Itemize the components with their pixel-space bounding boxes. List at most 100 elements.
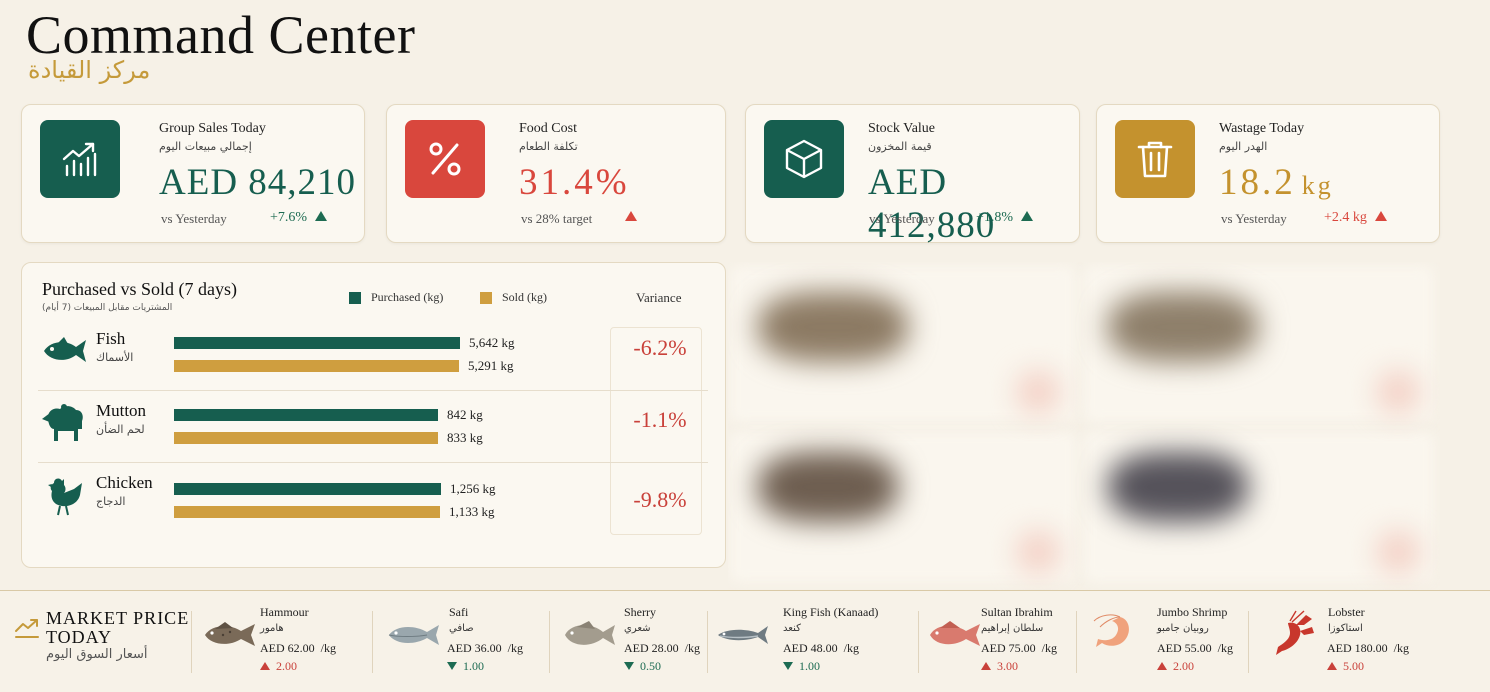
item-name-arabic: كنعد [783,623,801,634]
variance-value: -6.2% [633,335,687,360]
item-name: King Fish (Kanaad) [783,605,879,619]
kpi-card-stock-value[interactable]: Stock Value قيمة المخزون AED 412,880 vs … [745,104,1080,246]
item-change: 5.00 [1327,659,1364,674]
item-price: AED 180.00 /kg [1327,641,1410,655]
blurred-image [1108,452,1248,522]
kpi-value: AED 412,880 [868,162,996,246]
market-item-lobster[interactable]: Lobster استاكوزا AED 180.00 /kg 5.00 [1266,605,1426,677]
kpi-label: Group Sales Today [159,121,266,136]
kpi-delta: +1.8% [976,210,1034,226]
item-change: 1.00 [447,659,484,674]
market-item-jumbo-shrimp[interactable]: Jumbo Shrimp روبيان جامبو AED 55.00 /kg … [1090,605,1246,677]
trend-up-icon [1374,211,1387,221]
kpi-card-food-cost[interactable]: Food Cost تكلفة الطعام 31.4% vs 28% targ… [386,104,726,243]
variance-value: -9.8% [633,487,687,512]
market-item-sherry[interactable]: Sherry شعري AED 28.00 /kg 0.50 [563,605,703,677]
market-item-king-fish[interactable]: King Fish (Kanaad) كنعد AED 48.00 /kg 1.… [716,605,916,677]
trend-down-icon [447,662,457,670]
item-price: AED 48.00 /kg [783,641,860,655]
box-icon [764,120,844,198]
market-item-sultan-ibrahim[interactable]: Sultan Ibrahim سلطان إبراهيم AED 75.00 /… [928,605,1074,677]
purchased-vs-sold-panel: Purchased vs Sold (7 days) المشتريات مقا… [21,262,726,568]
sheep-icon [40,401,88,445]
kpi-delta [617,210,637,226]
kpi-label-arabic: الهدر اليوم [1219,140,1268,153]
kpi-label-arabic: قيمة المخزون [868,140,932,153]
legend-swatch [480,291,492,304]
shrimp-icon [1093,614,1129,647]
market-title-arabic: أسعار السوق اليوم [46,647,148,662]
divider [191,611,192,673]
kpi-label: Food Cost [519,121,577,136]
market-item-safi[interactable]: Safi صافي AED 36.00 /kg 1.00 [387,605,547,677]
market-price-strip: MARKET PRICE TODAY أسعار السوق اليوم Ham… [0,590,1490,692]
kpi-value: AED 84,210 [159,162,357,203]
kpi-card-wastage[interactable]: Wastage Today الهدر اليوم 18.2 kg vs Yest… [1096,104,1440,243]
market-title: MARKET PRICE TODAY [46,608,190,647]
purchased-value: 1,256 kg [450,481,496,496]
kpi-compare: vs Yesterday [1221,211,1287,226]
kpi-label-arabic: تكلفة الطعام [519,140,578,153]
panel-title: Purchased vs Sold (7 days) [42,279,237,299]
trash-icon [1115,120,1195,198]
legend-purchased: Purchased (kg) [349,290,443,305]
kpi-card-group-sales[interactable]: Group Sales Today إجمالي مبيعات اليوم AE… [21,104,365,243]
category-row-mutton[interactable]: Mutton لحم الضأن 842 kg 833 kg -1.1% [38,391,708,463]
item-name: Jumbo Shrimp [1157,605,1228,619]
blurred-badge [1018,372,1058,412]
kpi-value: 31.4% [519,162,630,203]
sold-bar [174,432,438,444]
category-name: Mutton [96,401,147,420]
kpi-delta: +2.4 kg [1324,210,1387,226]
variance-value: -1.1% [633,407,687,432]
trend-up-icon [1021,211,1034,221]
sold-bar [174,506,440,518]
blurred-badge [1378,532,1418,572]
blurred-badge [1378,372,1418,412]
trend-up-icon [625,211,637,221]
legend-sold: Sold (kg) [480,290,547,305]
category-name: Chicken [96,473,153,492]
blurred-badge [1018,532,1058,572]
percent-icon [405,120,485,198]
kpi-compare: vs Yesterday [869,211,935,226]
item-change: 0.50 [624,659,661,674]
kpi-label: Stock Value [868,121,936,136]
sold-value: 833 kg [447,430,483,445]
category-name-arabic: لحم الضأن [96,423,145,436]
blurred-image [1108,292,1258,362]
panel-title-arabic: المشتريات مقابل المبيعات (7 أيام) [42,303,173,313]
legend-swatch [349,291,361,304]
market-item-hammour[interactable]: Hammour هامور AED 62.00 /kg 2.00 [203,605,363,677]
lobster-icon [1276,610,1314,655]
sold-value: 5,291 kg [468,358,514,373]
item-price: AED 75.00 /kg [981,641,1058,655]
category-name: Fish [96,329,126,348]
item-name: Safi [449,605,469,619]
purchased-bar [174,337,460,349]
blurred-content-area [728,262,1440,592]
purchased-bar [174,483,441,495]
item-price: AED 55.00 /kg [1157,641,1234,655]
divider [707,611,708,673]
item-name-arabic: سلطان إبراهيم [981,623,1044,634]
page-title-arabic: مركز القيادة [28,56,151,84]
purchased-value: 842 kg [447,407,483,422]
item-name-arabic: هامور [260,623,284,634]
fish-icon [40,329,88,373]
item-change: 2.00 [260,659,297,674]
trend-down-icon [624,662,634,670]
divider [1076,611,1077,673]
purchased-bar [174,409,438,421]
safi-fish-icon [388,625,439,645]
category-row-fish[interactable]: Fish الأسماك 5,642 kg 5,291 kg -6.2% [38,319,708,391]
category-name-arabic: الأسماك [96,351,134,364]
sherry-fish-icon [565,621,615,645]
category-row-chicken[interactable]: Chicken الدجاج 1,256 kg 1,133 kg -9.8% [38,463,708,535]
divider [549,611,550,673]
divider [1248,611,1249,673]
kpi-compare: vs 28% target [521,211,593,226]
kpi-delta: +7.6% [270,210,328,226]
item-name-arabic: روبيان جامبو [1157,623,1209,634]
blurred-image [758,452,898,522]
